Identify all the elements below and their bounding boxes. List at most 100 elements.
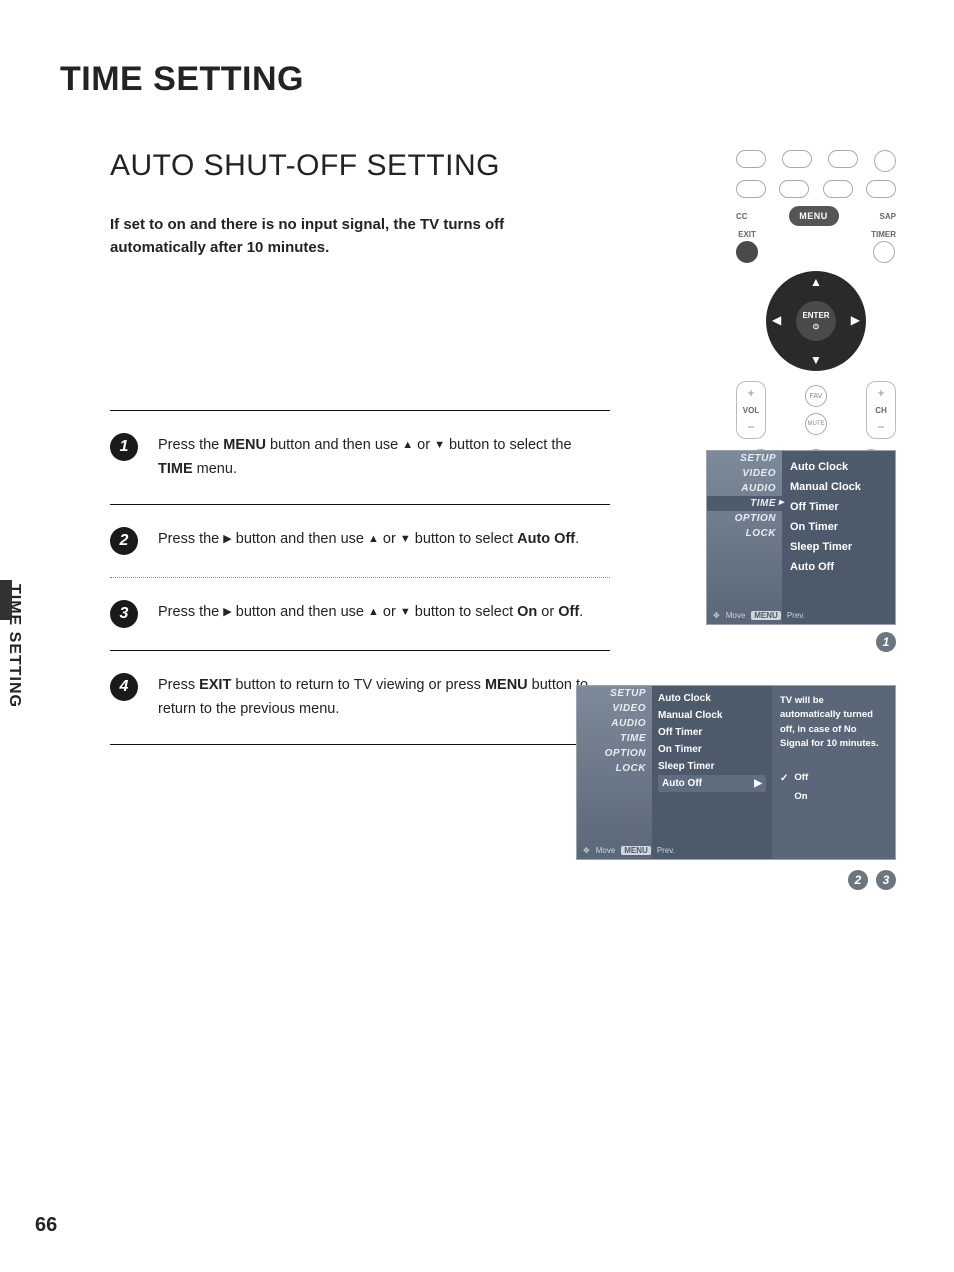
move-glyph-icon: ✥ xyxy=(713,611,720,620)
minus-icon: − xyxy=(747,420,754,434)
sap-label: SAP xyxy=(880,212,896,221)
exit-button xyxy=(736,241,758,263)
move-label: Move xyxy=(596,846,616,855)
step-3: 3 Press the ▶ button and then use ▲ or ▼… xyxy=(110,578,610,651)
fav-button: FAV xyxy=(805,385,827,407)
osd-screenshot-1: SETUP VIDEO AUDIO TIME OPTION LOCK ✥ Mov… xyxy=(706,450,896,625)
osd-cat-video: VIDEO xyxy=(577,701,652,716)
osd-item: Off Timer xyxy=(658,724,766,741)
up-arrow-icon: ▲ xyxy=(368,530,379,549)
move-label: Move xyxy=(726,611,746,620)
badge-1: 1 xyxy=(876,632,896,652)
osd-cat-time: TIME xyxy=(577,731,652,746)
osd-right-panel: TV will be automatically turned off, in … xyxy=(772,686,895,859)
right-arrow-icon: ▶ xyxy=(754,778,762,789)
step-num-2: 2 xyxy=(110,527,138,555)
osd-item: On Timer xyxy=(790,517,887,537)
page-number: 66 xyxy=(35,1214,57,1237)
opt-off-label: Off xyxy=(794,771,808,785)
forward-button xyxy=(823,180,853,198)
enter-target-icon: ⊙ xyxy=(813,322,820,331)
down-arrow-icon: ▼ xyxy=(400,530,411,549)
enter-button: ENTER ⊙ xyxy=(796,301,836,341)
badge-2: 2 xyxy=(848,870,868,890)
plus-icon: + xyxy=(747,386,754,400)
menu-button: MENU xyxy=(789,206,839,226)
step-4-text: Press EXIT button to return to TV viewin… xyxy=(158,673,610,722)
timer-button xyxy=(873,241,895,263)
osd-desc: TV will be automatically turned off, in … xyxy=(780,694,887,751)
osd-right-panel: Auto Clock Manual Clock Off Timer On Tim… xyxy=(782,451,895,624)
side-tab: TIME SETTING xyxy=(0,580,28,740)
osd-item-label: Auto Off xyxy=(662,778,702,789)
down-arrow-icon: ▼ xyxy=(810,353,822,367)
osd-cat-video: VIDEO xyxy=(707,466,782,481)
timer-label: TIMER xyxy=(871,230,896,239)
osd-item: Auto Off xyxy=(790,557,887,577)
prev-box: MENU xyxy=(621,846,651,855)
step-num-4: 4 xyxy=(110,673,138,701)
skip-fwd-button xyxy=(866,180,896,198)
osd-left-panel: SETUP VIDEO AUDIO TIME OPTION LOCK ✥ Mov… xyxy=(577,686,652,859)
pause-button xyxy=(828,150,858,168)
down-arrow-icon: ▼ xyxy=(400,603,411,622)
up-arrow-icon: ▲ xyxy=(368,603,379,622)
osd-item: Sleep Timer xyxy=(658,758,766,775)
osd-item: Off Timer xyxy=(790,497,887,517)
osd-option-on: ✓ On xyxy=(780,788,887,807)
nav-ring: ▲ ▼ ◀ ▶ ENTER ⊙ xyxy=(766,271,866,371)
prev-label: Prev. xyxy=(787,611,805,620)
mute-button: MUTE xyxy=(805,413,827,435)
osd-item: Sleep Timer xyxy=(790,537,887,557)
step-3-text: Press the ▶ button and then use ▲ or ▼ b… xyxy=(158,600,583,625)
vol-label: VOL xyxy=(743,406,759,415)
osd-cat-lock: LOCK xyxy=(577,761,652,776)
osd-cat-option: OPTION xyxy=(577,746,652,761)
skip-back-button xyxy=(736,180,766,198)
osd-option-off: ✓ Off xyxy=(780,769,887,788)
left-arrow-icon: ◀ xyxy=(772,313,781,327)
record-button xyxy=(874,150,896,172)
osd-cat-time: TIME xyxy=(707,496,782,511)
osd-item: Auto Clock xyxy=(790,457,887,477)
rewind-button xyxy=(779,180,809,198)
stop-button xyxy=(736,150,766,168)
step-1-text: Press the MENU button and then use ▲ or … xyxy=(158,433,610,482)
osd-item: Manual Clock xyxy=(658,707,766,724)
ch-label: CH xyxy=(875,406,887,415)
intro-text: If set to on and there is no input signa… xyxy=(110,213,550,260)
move-glyph-icon: ✥ xyxy=(583,846,590,855)
step-2: 2 Press the ▶ button and then use ▲ or ▼… xyxy=(110,505,610,578)
prev-box: MENU xyxy=(751,611,781,620)
remote-diagram: CC MENU SAP EXIT TIMER ▲ ▼ ◀ ▶ ENTER ⊙ xyxy=(736,150,896,440)
right-arrow-icon: ▶ xyxy=(223,603,231,622)
step-1: 1 Press the MENU button and then use ▲ o… xyxy=(110,411,610,505)
minus-icon: − xyxy=(877,420,884,434)
osd-screenshot-2: SETUP VIDEO AUDIO TIME OPTION LOCK ✥ Mov… xyxy=(576,685,896,860)
osd-cat-audio: AUDIO xyxy=(577,716,652,731)
up-arrow-icon: ▲ xyxy=(810,275,822,289)
osd-cat-lock: LOCK xyxy=(707,526,782,541)
osd-item: Auto Clock xyxy=(658,690,766,707)
osd-cat-audio: AUDIO xyxy=(707,481,782,496)
plus-icon: + xyxy=(877,386,884,400)
step-2-text: Press the ▶ button and then use ▲ or ▼ b… xyxy=(158,527,579,552)
step-num-1: 1 xyxy=(110,433,138,461)
ch-rocker: + CH − xyxy=(866,381,896,439)
osd-item-selected: Auto Off ▶ xyxy=(658,775,766,792)
step-num-3: 3 xyxy=(110,600,138,628)
opt-on-label: On xyxy=(794,790,807,804)
steps-list: 1 Press the MENU button and then use ▲ o… xyxy=(110,411,610,746)
step-4: 4 Press EXIT button to return to TV view… xyxy=(110,651,610,745)
osd-footer: ✥ Move MENU Prev. xyxy=(583,846,675,855)
osd-cat-setup: SETUP xyxy=(707,451,782,466)
up-arrow-icon: ▲ xyxy=(402,436,413,455)
down-arrow-icon: ▼ xyxy=(434,436,445,455)
exit-label: EXIT xyxy=(738,230,756,239)
right-arrow-icon: ▶ xyxy=(851,313,860,327)
osd-cat-option: OPTION xyxy=(707,511,782,526)
page-title: TIME SETTING xyxy=(60,60,899,99)
check-icon: ✓ xyxy=(780,771,788,786)
vol-rocker: + VOL − xyxy=(736,381,766,439)
osd-footer: ✥ Move MENU Prev. xyxy=(713,611,805,620)
